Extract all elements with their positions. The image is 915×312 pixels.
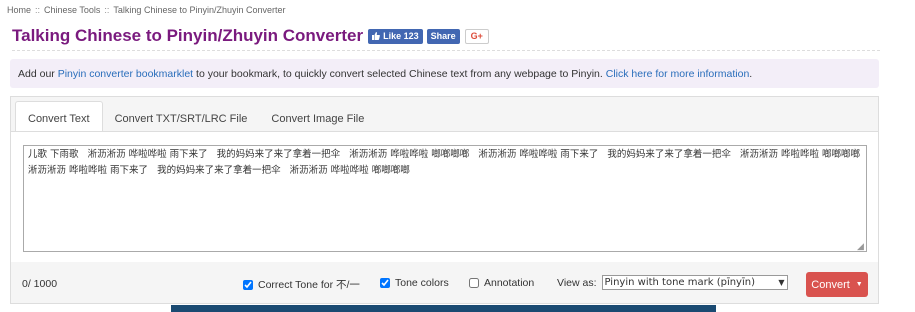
google-plus-button[interactable]: G+ xyxy=(464,28,489,44)
view-as-label: View as: xyxy=(557,276,597,289)
annotation-label: Annotation xyxy=(484,277,535,289)
view-as-select[interactable]: Pinyin with tone mark (pīnyīn) ▼ xyxy=(601,275,788,290)
advertisement-banner xyxy=(171,305,716,312)
converter-panel: Convert Text Convert TXT/SRT/LRC File Co… xyxy=(10,96,879,304)
facebook-like-button[interactable]: Like 123 xyxy=(368,28,423,44)
info-text-2: to your bookmark, to quickly convert sel… xyxy=(193,67,606,80)
convert-label: Convert xyxy=(811,278,850,291)
tab-content: 儿歌 下雨歌 淅沥淅沥 哗啦哗啦 雨下来了 我的妈妈来了来了拿着一把伞 淅沥淅沥… xyxy=(11,131,878,262)
tone-colors-checkbox[interactable] xyxy=(380,278,390,288)
title-row: Talking Chinese to Pinyin/Zhuyin Convert… xyxy=(12,26,880,51)
info-text-1: Add our xyxy=(18,67,58,80)
breadcrumb-chinese-tools[interactable]: Chinese Tools xyxy=(44,5,100,15)
page-title: Talking Chinese to Pinyin/Zhuyin Convert… xyxy=(12,26,364,45)
annotation-checkbox[interactable] xyxy=(469,278,479,288)
facebook-like-label: Like 123 xyxy=(383,31,419,41)
resize-grip-icon[interactable]: ◢ xyxy=(857,242,866,251)
more-info-link[interactable]: Click here for more information xyxy=(606,68,750,80)
breadcrumb-home[interactable]: Home xyxy=(7,5,31,15)
chinese-text-input[interactable]: 儿歌 下雨歌 淅沥淅沥 哗啦哗啦 雨下来了 我的妈妈来了来了拿着一把伞 淅沥淅沥… xyxy=(23,145,867,252)
tone-colors-option[interactable]: Tone colors xyxy=(380,277,449,289)
bookmarklet-info: Add our Pinyin converter bookmarklet to … xyxy=(10,59,879,88)
info-text-3: . xyxy=(749,67,753,80)
tone-colors-label: Tone colors xyxy=(395,277,449,289)
view-as-group: View as: Pinyin with tone mark (pīnyīn) … xyxy=(557,275,788,290)
breadcrumb-separator: :: xyxy=(104,5,110,15)
breadcrumb: Home:: Chinese Tools:: Talking Chinese to … xyxy=(7,5,286,15)
facebook-share-button[interactable]: Share xyxy=(426,28,460,44)
annotation-option[interactable]: Annotation xyxy=(469,277,534,289)
breadcrumb-separator: :: xyxy=(35,5,41,15)
caret-down-icon[interactable]: ▼ xyxy=(856,281,863,288)
convert-button[interactable]: Convert ▼ xyxy=(806,272,868,297)
correct-tone-option[interactable]: Correct Tone for 不/一 xyxy=(243,277,360,292)
character-count: 0/ 1000 xyxy=(22,278,58,290)
thumbs-up-icon xyxy=(372,32,380,40)
correct-tone-checkbox[interactable] xyxy=(243,279,253,290)
options-bar: 0/ 1000 Correct Tone for 不/一 Tone colors… xyxy=(11,263,878,303)
correct-tone-label: Correct Tone for 不/一 xyxy=(258,279,360,291)
breadcrumb-current[interactable]: Talking Chinese to Pinyin/Zhuyin Convert… xyxy=(113,5,285,15)
dropdown-arrow-icon: ▼ xyxy=(778,278,785,287)
view-as-selected: Pinyin with tone mark (pīnyīn) xyxy=(604,277,756,288)
bookmarklet-link[interactable]: Pinyin converter bookmarklet xyxy=(58,68,193,80)
